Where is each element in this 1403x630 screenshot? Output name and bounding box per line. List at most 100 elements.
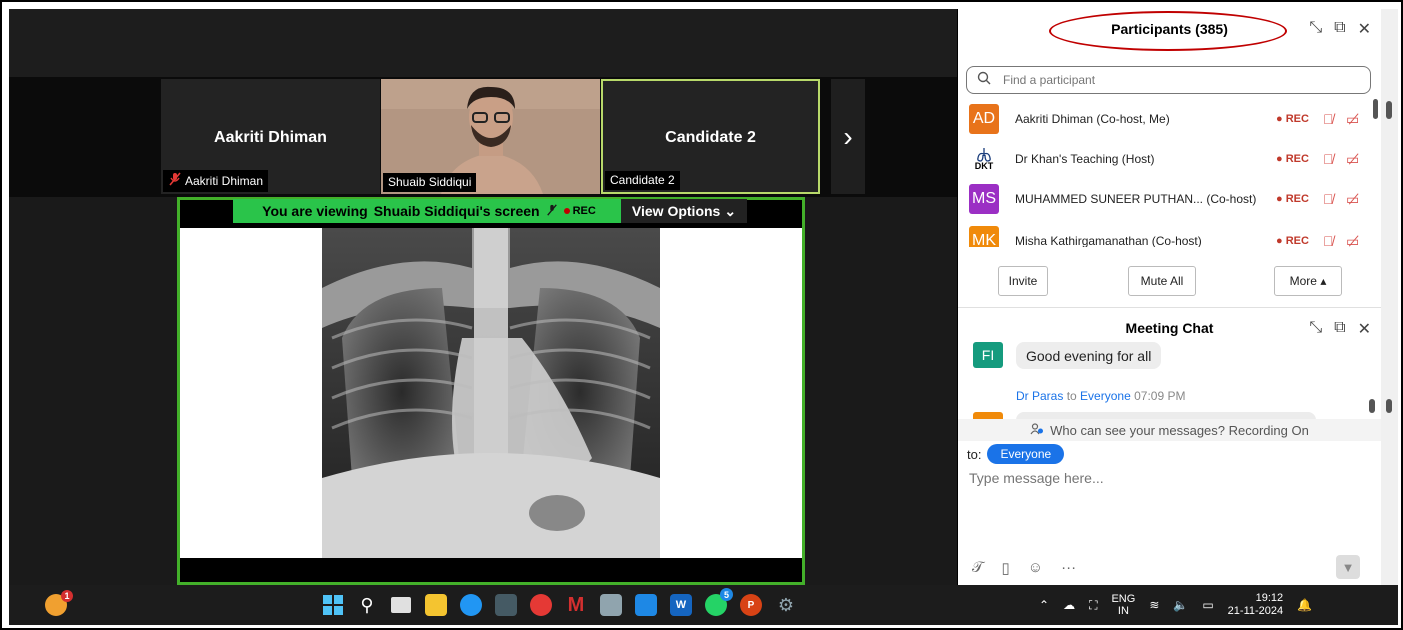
snipping-tool-icon[interactable] bbox=[600, 594, 622, 616]
participant-name: Aakriti Dhiman (Co-host, Me) bbox=[1015, 112, 1170, 126]
panel-scrollbar[interactable] bbox=[1381, 9, 1398, 585]
mic-off-icon[interactable]: 🎙̸ bbox=[1323, 233, 1334, 247]
mic-off-icon[interactable]: 🎙̸ bbox=[1323, 151, 1334, 167]
format-icon[interactable]: 𝒯 bbox=[972, 559, 984, 577]
emoji-icon[interactable]: ☺ bbox=[1028, 559, 1043, 577]
chevron-right-icon: › bbox=[843, 120, 853, 152]
chat-message-meta: Dr Paras to Everyone 07:09 PM bbox=[1016, 389, 1185, 403]
system-tray: ⌃ ☁ ⛶ ENG IN ≋ 🔈 ▭ 19:12 21-11-2024 🔔 bbox=[1039, 585, 1312, 625]
taskbar: 1 ⚲ M W 5 P ⚙ ⌃ ☁ ⛶ ENG IN ≋ 🔈 ▭ 19:12 2… bbox=[9, 585, 1398, 625]
to-label: to: bbox=[967, 446, 982, 462]
participant-row[interactable]: MS MUHAMMED SUNEER PUTHAN... (Co-host) ●… bbox=[958, 179, 1373, 219]
language-bottom: IN bbox=[1117, 605, 1129, 617]
thumbnail-name: Candidate 2 bbox=[665, 129, 756, 146]
clock-date: 21-11-2024 bbox=[1227, 605, 1284, 617]
participant-rec: ● REC bbox=[1276, 113, 1309, 125]
mic-off-icon[interactable]: 🎙̸ bbox=[1323, 111, 1334, 127]
participant-row[interactable]: AD Aakriti Dhiman (Co-host, Me) ● REC 🎙̸… bbox=[958, 99, 1373, 139]
notification-bell-icon[interactable]: 🔔 bbox=[1297, 598, 1312, 612]
clock[interactable]: 19:12 21-11-2024 bbox=[1228, 592, 1283, 618]
chevron-down-icon: ⌄ bbox=[724, 202, 737, 219]
message-visibility-info[interactable]: Who can see your messages? Recording On bbox=[958, 419, 1381, 441]
store-icon[interactable] bbox=[495, 594, 517, 616]
rec-indicator: REC bbox=[563, 205, 596, 217]
participant-search-input[interactable] bbox=[1001, 72, 1345, 88]
chat-recipient[interactable]: Everyone bbox=[1080, 389, 1131, 403]
visibility-text: Who can see your messages? Recording On bbox=[1050, 422, 1309, 438]
video-off-icon[interactable]: ▭̸ bbox=[1346, 191, 1359, 208]
more-button[interactable]: More ▴ bbox=[1274, 266, 1342, 296]
more-options-icon[interactable]: ··· bbox=[1061, 559, 1076, 577]
weather-icon[interactable]: 1 bbox=[45, 590, 73, 616]
chat-to-word: to bbox=[1066, 389, 1077, 403]
more-label: More bbox=[1289, 274, 1317, 288]
task-view-icon[interactable] bbox=[391, 597, 411, 613]
chat-time: 07:09 PM bbox=[1134, 389, 1186, 403]
mute-all-button[interactable]: Mute All bbox=[1128, 266, 1196, 296]
panel-scroll-thumb[interactable] bbox=[1386, 101, 1392, 119]
chrome-icon[interactable] bbox=[530, 594, 552, 616]
thumbnail-label: Candidate 2 bbox=[605, 171, 680, 190]
popout-icon[interactable]: ⧉ bbox=[1334, 319, 1345, 339]
caret-up-icon: ▴ bbox=[1320, 274, 1327, 288]
volume-icon[interactable]: 🔈 bbox=[1173, 598, 1188, 612]
onedrive-icon[interactable]: ☁ bbox=[1063, 598, 1075, 612]
file-icon[interactable]: ▯ bbox=[1002, 559, 1010, 577]
edge-icon[interactable] bbox=[460, 594, 482, 616]
language-indicator[interactable]: ENG IN bbox=[1111, 593, 1135, 617]
thumbnail-shuaib-siddiqui[interactable]: Shuaib Siddiqui bbox=[381, 79, 600, 194]
close-icon[interactable]: ✕ bbox=[1358, 319, 1371, 339]
battery-icon[interactable]: ▭ bbox=[1202, 598, 1213, 612]
send-button[interactable]: ▼ bbox=[1336, 555, 1360, 579]
chat-message: Good evening for all bbox=[1016, 342, 1162, 369]
chat-header-controls: ⤡ ⧉ ✕ bbox=[1309, 319, 1371, 339]
window: Aakriti Dhiman Aakriti Dhiman Shuaib Sid… bbox=[9, 9, 1398, 625]
participant-name: Dr Khan's Teaching (Host) bbox=[1015, 152, 1155, 166]
next-page-button[interactable]: › bbox=[831, 79, 865, 194]
gmail-icon[interactable]: M bbox=[565, 594, 587, 616]
chat-avatar: FI bbox=[973, 342, 1003, 368]
participant-row[interactable]: MK Misha Kathirgamanathan (Co-host) ● RE… bbox=[958, 221, 1373, 247]
chat-scrollbar[interactable] bbox=[1369, 399, 1375, 413]
chest-xray-image bbox=[322, 228, 660, 558]
participant-rec: ● REC bbox=[1276, 153, 1309, 165]
wifi-icon[interactable]: ≋ bbox=[1149, 598, 1159, 612]
powerpoint-icon[interactable]: P bbox=[740, 594, 762, 616]
thumbnail-candidate-2[interactable]: Candidate 2 Candidate 2 bbox=[601, 79, 820, 194]
banner-prefix: You are viewing bbox=[262, 203, 368, 219]
close-icon[interactable]: ✕ bbox=[1358, 19, 1371, 39]
avatar: MS bbox=[969, 184, 999, 214]
view-options-button[interactable]: View Options ⌄ bbox=[621, 199, 747, 223]
start-icon[interactable] bbox=[322, 594, 344, 616]
people-icon bbox=[1030, 422, 1044, 438]
photos-icon[interactable] bbox=[635, 594, 657, 616]
search-icon[interactable]: ⚲ bbox=[356, 594, 378, 616]
video-off-icon[interactable]: ▭̸ bbox=[1346, 151, 1359, 168]
thumbnail-aakriti-dhiman[interactable]: Aakriti Dhiman Aakriti Dhiman bbox=[161, 79, 380, 194]
popout-icon[interactable]: ⧉ bbox=[1334, 19, 1345, 39]
video-off-icon[interactable]: ▭̸ bbox=[1346, 111, 1359, 128]
participant-list-scrollbar[interactable] bbox=[1373, 99, 1378, 119]
avatar: AD bbox=[969, 104, 999, 134]
participant-search[interactable] bbox=[966, 66, 1371, 94]
whatsapp-badge: 5 bbox=[720, 588, 733, 601]
file-explorer-icon[interactable] bbox=[425, 594, 447, 616]
wifi-settings-icon[interactable]: ⛶ bbox=[1089, 598, 1097, 613]
minimize-icon[interactable]: ⤡ bbox=[1309, 19, 1322, 39]
panel-scroll-thumb-lower[interactable] bbox=[1386, 399, 1392, 413]
chat-input[interactable] bbox=[967, 469, 1371, 487]
panel-divider bbox=[958, 307, 1381, 308]
invite-button[interactable]: Invite bbox=[998, 266, 1048, 296]
settings-icon[interactable]: ⚙ bbox=[775, 594, 797, 616]
video-off-icon[interactable]: ▭̸ bbox=[1346, 233, 1359, 248]
minimize-icon[interactable]: ⤡ bbox=[1309, 319, 1322, 339]
thumbnail-label-text: Aakriti Dhiman bbox=[185, 173, 264, 188]
chevron-up-icon[interactable]: ⌃ bbox=[1039, 598, 1049, 612]
chat-sender[interactable]: Dr Paras bbox=[1016, 389, 1063, 403]
mic-off-icon[interactable]: 🎙̸ bbox=[1323, 191, 1334, 207]
word-icon[interactable]: W bbox=[670, 594, 692, 616]
rec-label: REC bbox=[572, 205, 596, 217]
participant-row[interactable]: DKT Dr Khan's Teaching (Host) ● REC 🎙̸ ▭… bbox=[958, 139, 1373, 179]
whatsapp-icon[interactable]: 5 bbox=[705, 588, 733, 616]
recipient-selector[interactable]: Everyone bbox=[987, 444, 1065, 464]
